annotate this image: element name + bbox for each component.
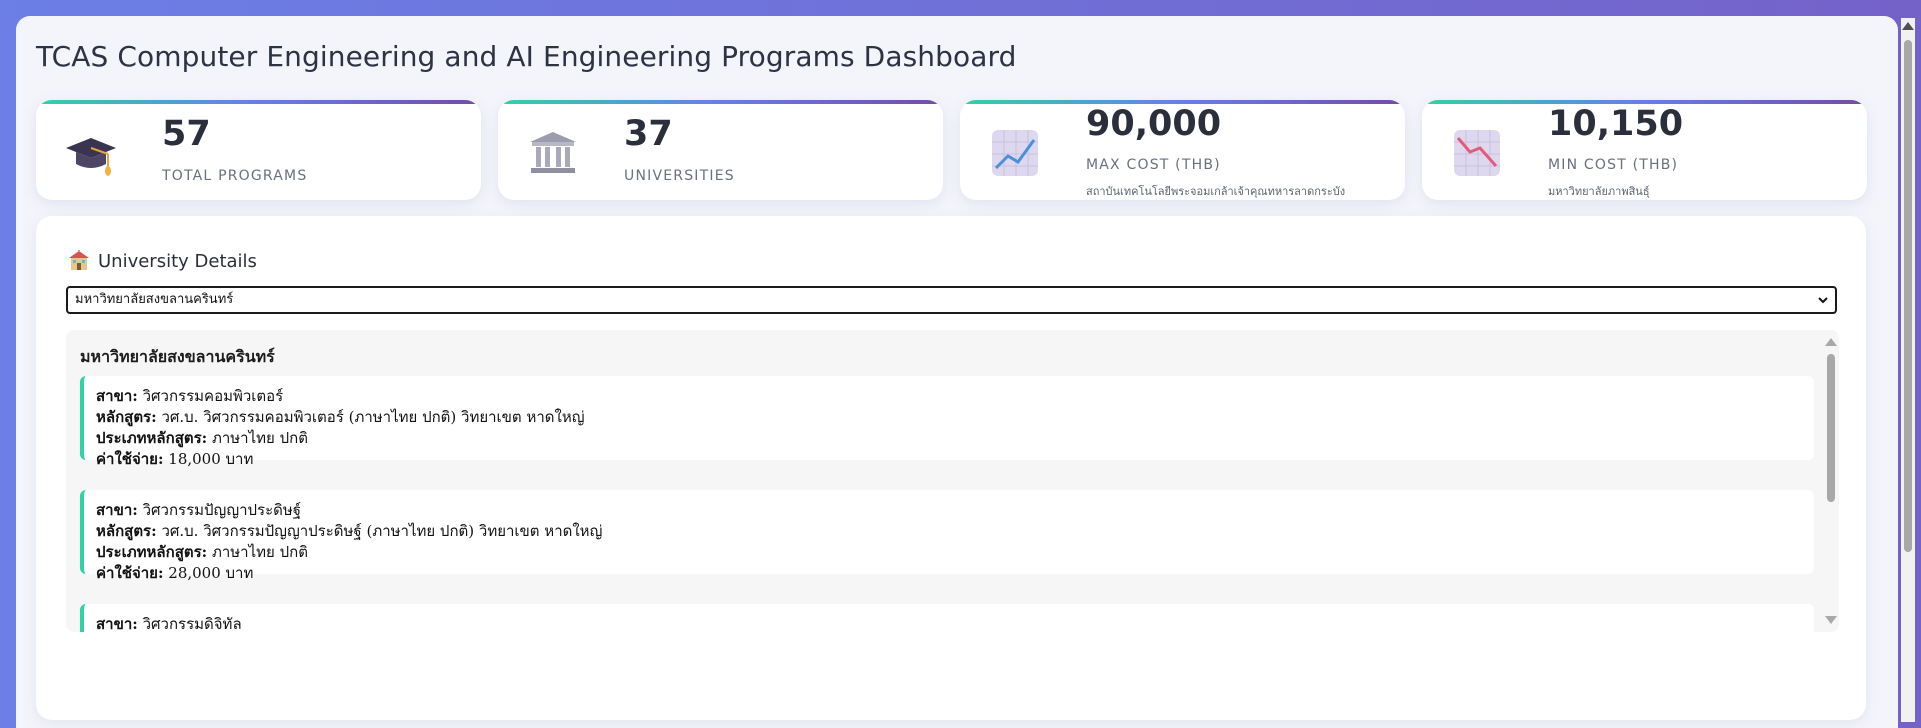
stat-label: MAX COST (THB): [1086, 157, 1221, 173]
chevron-down-icon: [1818, 297, 1828, 304]
scroll-up-arrow-icon[interactable]: [1825, 338, 1837, 346]
stat-card-max-cost: 90,000 MAX COST (THB) สถาบันเทคโนโลยีพระ…: [960, 100, 1405, 200]
stat-label: TOTAL PROGRAMS: [162, 168, 308, 184]
program-list: มหาวิทยาลัยสงขลานครินทร์ สาขา: วิศวกรรมค…: [66, 330, 1839, 632]
program-type: ภาษาไทย ปกติ: [211, 429, 308, 447]
program-type: ภาษาไทย ปกติ: [211, 543, 308, 561]
scroll-thumb[interactable]: [1904, 40, 1912, 552]
stat-label: UNIVERSITIES: [624, 168, 735, 184]
stat-card-total-programs: 57 TOTAL PROGRAMS: [36, 100, 481, 200]
stat-sub: มหาวิทยาลัยภาพสินธุ์: [1548, 185, 1650, 198]
scroll-thumb[interactable]: [1827, 354, 1835, 502]
dashboard-page: TCAS Computer Engineering and AI Enginee…: [16, 16, 1898, 728]
program-card: สาขา: วิศวกรรมดิจิทัล: [80, 604, 1814, 632]
field-label-major: สาขา:: [96, 501, 138, 519]
university-name: มหาวิทยาลัยสงขลานครินทร์: [80, 347, 275, 366]
field-label-cost: ค่าใช้จ่าย:: [96, 450, 164, 468]
field-label-major: สาขา:: [96, 615, 138, 632]
page-title: TCAS Computer Engineering and AI Enginee…: [36, 40, 1017, 73]
stat-label: MIN COST (THB): [1548, 157, 1679, 173]
program-card: สาขา: วิศวกรรมปัญญาประดิษฐ์ หลักสูตร: วศ…: [80, 490, 1814, 582]
stat-sub: สถาบันเทคโนโลยีพระจอมเกล้าเจ้าคุณทหารลาด…: [1086, 185, 1346, 198]
program-major: วิศวกรรมคอมพิวเตอร์: [142, 387, 284, 405]
field-label-cost: ค่าใช้จ่าย:: [96, 564, 164, 582]
chart-decreasing-icon: [1450, 128, 1504, 178]
school-icon: [68, 250, 90, 272]
program-list-scrollbar[interactable]: [1825, 336, 1837, 626]
program-major: วิศวกรรมดิจิทัล: [142, 615, 242, 632]
details-heading-text: University Details: [98, 250, 257, 272]
stat-value: 57: [162, 114, 211, 154]
program-major: วิศวกรรมปัญญาประดิษฐ์: [142, 501, 302, 519]
stat-value: 90,000: [1086, 104, 1222, 144]
field-label-type: ประเภทหลักสูตร:: [96, 429, 208, 447]
program-card: สาขา: วิศวกรรมคอมพิวเตอร์ หลักสูตร: วศ.บ…: [80, 376, 1814, 468]
stat-card-universities: 37 UNIVERSITIES: [498, 100, 943, 200]
field-label-major: สาขา:: [96, 387, 138, 405]
field-label-program: หลักสูตร:: [96, 522, 157, 540]
graduation-cap-icon: [64, 128, 118, 178]
scroll-up-arrow-icon[interactable]: [1902, 22, 1914, 30]
university-select[interactable]: มหาวิทยาลัยสงขลานครินทร์: [66, 286, 1837, 314]
chart-increasing-icon: [988, 128, 1042, 178]
bank-building-icon: [526, 128, 580, 178]
university-details-panel: University Details มหาวิทยาลัยสงขลานคริน…: [36, 216, 1866, 720]
program-cost: 28,000 บาท: [168, 564, 254, 582]
field-label-program: หลักสูตร:: [96, 408, 157, 426]
field-label-type: ประเภทหลักสูตร:: [96, 543, 208, 561]
stat-value: 10,150: [1548, 104, 1684, 144]
details-heading: University Details: [68, 250, 257, 272]
stat-value: 37: [624, 114, 673, 154]
stat-card-min-cost: 10,150 MIN COST (THB) มหาวิทยาลัยภาพสินธ…: [1422, 100, 1867, 200]
program-name: วศ.บ. วิศวกรรมคอมพิวเตอร์ (ภาษาไทย ปกติ)…: [161, 408, 585, 426]
university-select-value: มหาวิทยาลัยสงขลานครินทร์: [75, 292, 234, 307]
page-scrollbar[interactable]: [1901, 18, 1915, 722]
program-name: วศ.บ. วิศวกรรมปัญญาประดิษฐ์ (ภาษาไทย ปกต…: [161, 522, 603, 540]
scroll-down-arrow-icon[interactable]: [1825, 616, 1837, 624]
program-cost: 18,000 บาท: [168, 450, 254, 468]
